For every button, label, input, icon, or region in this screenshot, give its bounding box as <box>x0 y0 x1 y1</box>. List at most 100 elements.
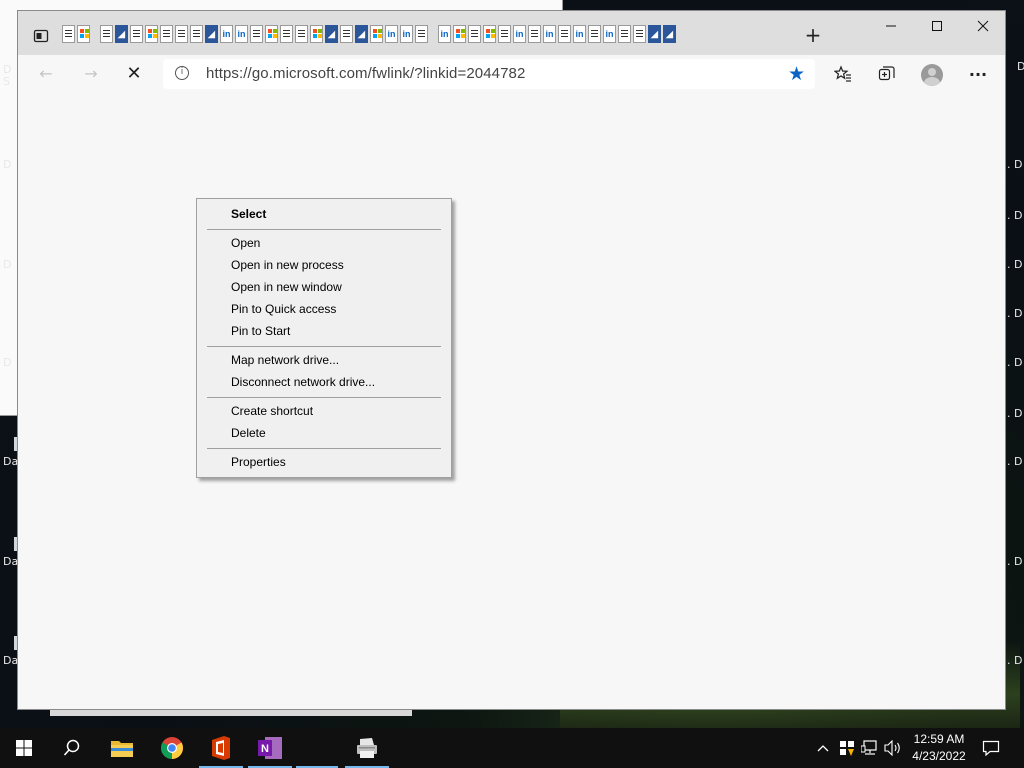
pinned-tab-favicon[interactable]: in <box>438 25 451 43</box>
collections-icon[interactable] <box>876 63 898 85</box>
pinned-tab-favicon[interactable] <box>340 25 353 43</box>
address-url[interactable]: https://go.microsoft.com/fwlink/?linkid=… <box>206 65 525 82</box>
favorites-icon[interactable] <box>832 63 854 85</box>
pinned-tab-favicon[interactable] <box>62 25 75 43</box>
menu-item-select[interactable]: Select <box>231 204 441 224</box>
desktop-label: D <box>3 158 12 171</box>
pinned-tab-favicon[interactable] <box>295 25 308 43</box>
security-shield-icon[interactable] <box>838 738 856 758</box>
page-content[interactable] <box>18 90 1005 709</box>
network-icon[interactable] <box>861 738 879 758</box>
maximize-button[interactable] <box>914 11 960 41</box>
pinned-tab-favicon[interactable] <box>130 25 143 43</box>
pinned-tab-favicon[interactable]: in <box>573 25 586 43</box>
menu-item-delete[interactable]: Delete <box>231 423 441 443</box>
stop-loading-button[interactable]: ✕ <box>121 61 147 85</box>
clock-date: 4/23/2022 <box>912 749 966 763</box>
menu-item-map-network-drive[interactable]: Map network drive... <box>231 350 441 370</box>
pinned-tab-favicon[interactable]: ◢ <box>325 25 338 43</box>
address-bar[interactable]: i https://go.microsoft.com/fwlink/?linki… <box>163 59 815 89</box>
pinned-tab-favicon[interactable] <box>483 25 496 43</box>
pinned-tab-favicon[interactable] <box>588 25 601 43</box>
pinned-tab-favicon[interactable] <box>77 25 90 43</box>
pinned-tab-favicon[interactable]: ◢ <box>648 25 661 43</box>
desktop-label: . D <box>1007 356 1023 369</box>
menu-item-open-new-window[interactable]: Open in new window <box>231 277 441 297</box>
system-clock[interactable]: 12:59 AM 4/23/2022 <box>906 731 972 765</box>
favorite-star-icon[interactable]: ★ <box>788 63 805 85</box>
pinned-tab-favicon[interactable] <box>498 25 511 43</box>
more-options-icon[interactable]: ··· <box>967 63 989 85</box>
desktop-label: . D <box>1007 654 1023 667</box>
desktop-label: . D <box>1007 158 1023 171</box>
pinned-tab-favicon[interactable]: in <box>220 25 233 43</box>
pinned-tab-favicon[interactable] <box>558 25 571 43</box>
desktop-label: D <box>3 258 12 271</box>
menu-item-open-new-process[interactable]: Open in new process <box>231 255 441 275</box>
pinned-tab-favicon[interactable] <box>175 25 188 43</box>
browser-toolbar: ← → ✕ i https://go.microsoft.com/fwlink/… <box>18 55 1005 89</box>
search-button[interactable] <box>48 728 96 768</box>
pinned-tab-favicon[interactable] <box>370 25 383 43</box>
pinned-tab-favicon[interactable]: ◢ <box>205 25 218 43</box>
pinned-tab-favicon[interactable]: in <box>603 25 616 43</box>
back-button[interactable]: ← <box>33 61 59 85</box>
menu-separator <box>207 448 441 449</box>
menu-item-disconnect-network-drive[interactable]: Disconnect network drive... <box>231 372 441 392</box>
windows-logo-icon <box>16 740 32 756</box>
volume-icon[interactable] <box>884 738 902 758</box>
menu-item-properties[interactable]: Properties <box>231 452 441 472</box>
pinned-tab-favicon[interactable] <box>280 25 293 43</box>
pinned-tab-favicon[interactable]: ◢ <box>355 25 368 43</box>
pinned-tab-favicon[interactable]: ◢ <box>115 25 128 43</box>
menu-separator <box>207 397 441 398</box>
pinned-tab-favicon[interactable] <box>100 25 113 43</box>
desktop-label: . D <box>1007 407 1023 420</box>
pinned-tab-favicon[interactable] <box>468 25 481 43</box>
menu-item-create-shortcut[interactable]: Create shortcut <box>231 401 441 421</box>
pinned-tab-favicon[interactable] <box>190 25 203 43</box>
pinned-tab-favicon[interactable] <box>528 25 541 43</box>
pinned-tab-favicon[interactable] <box>618 25 631 43</box>
svg-text:N: N <box>261 743 269 755</box>
pinned-tab-favicon[interactable]: in <box>400 25 413 43</box>
office-button[interactable] <box>197 728 245 768</box>
pinned-tab-favicon[interactable]: in <box>513 25 526 43</box>
menu-item-pin-quick-access[interactable]: Pin to Quick access <box>231 299 441 319</box>
pinned-tab-favicon[interactable] <box>310 25 323 43</box>
pinned-tab-favicon[interactable] <box>145 25 158 43</box>
desktop-label: D <box>3 356 12 369</box>
chrome-button[interactable] <box>148 728 196 768</box>
notifications-icon[interactable] <box>982 738 1000 758</box>
onenote-button[interactable]: N <box>246 728 294 768</box>
pinned-tab-favicon[interactable] <box>453 25 466 43</box>
site-info-icon[interactable]: i <box>175 66 189 80</box>
pinned-tab-favicon[interactable] <box>250 25 263 43</box>
new-tab-button[interactable]: + <box>802 23 824 47</box>
file-explorer-button[interactable] <box>98 728 146 768</box>
show-hidden-icons-chevron[interactable] <box>814 738 832 758</box>
pinned-tab-favicon[interactable]: in <box>385 25 398 43</box>
menu-separator <box>207 229 441 230</box>
desktop-label: Da <box>3 455 19 468</box>
forward-button[interactable]: → <box>78 61 104 85</box>
active-app-button[interactable] <box>294 728 340 768</box>
pinned-tab-favicon[interactable] <box>633 25 646 43</box>
pinned-tab-favicon[interactable] <box>160 25 173 43</box>
pinned-tab-favicon[interactable]: in <box>235 25 248 43</box>
start-button[interactable] <box>0 728 48 768</box>
close-button[interactable] <box>960 11 1006 41</box>
tab-bar: ◢ ◢ in in ◢ ◢ in in in in in in in ◢ ◢ + <box>18 11 1005 55</box>
minimize-button[interactable] <box>868 11 914 41</box>
profile-avatar[interactable] <box>921 64 943 86</box>
clock-time: 12:59 AM <box>913 732 965 746</box>
menu-item-pin-to-start[interactable]: Pin to Start <box>231 321 441 341</box>
pinned-tab-favicon[interactable]: in <box>543 25 556 43</box>
printer-button[interactable] <box>343 728 391 768</box>
tab-actions-icon[interactable] <box>30 25 52 47</box>
pinned-tab-favicon[interactable] <box>265 25 278 43</box>
desktop-label: Da <box>3 555 19 568</box>
menu-item-open[interactable]: Open <box>231 233 441 253</box>
pinned-tab-favicon[interactable]: ◢ <box>663 25 676 43</box>
pinned-tab-favicon[interactable] <box>415 25 428 43</box>
